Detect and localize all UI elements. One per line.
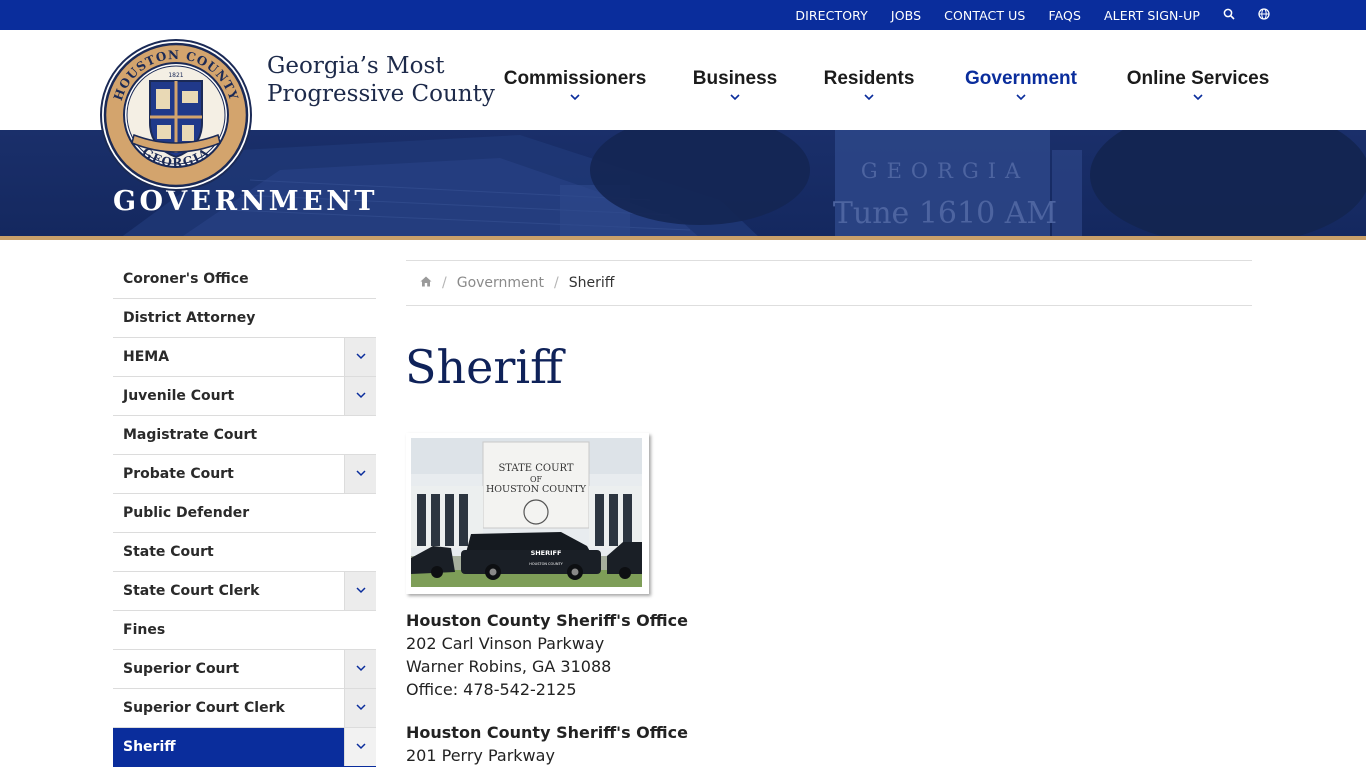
sidebar-item-label: Superior Court Clerk [123,700,285,716]
sidebar-item-label: Juvenile Court [123,388,235,404]
hero-sign-line-2: Tune 1610 AM [833,196,1057,231]
sidebar-item-label: Coroner's Office [123,271,249,287]
chevron-down-icon[interactable] [344,377,376,415]
search-icon[interactable] [1223,8,1235,23]
breadcrumb-current: Sheriff [568,275,615,291]
chevron-down-icon [938,93,1104,104]
directory-link[interactable]: DIRECTORY [795,8,868,23]
sidebar-item-public-defender[interactable]: Public Defender [113,494,376,533]
sidebar-item-label: State Court Clerk [123,583,260,599]
sidebar-item-label: Magistrate Court [123,427,258,443]
county-seal-logo[interactable]: 1821 HOUSTON COUNTY GEORGIA [100,39,252,191]
chevron-down-icon[interactable] [344,728,376,766]
address-name: Houston County Sheriff's Office [406,611,688,630]
sidebar-item-juvenile-court[interactable]: Juvenile Court [113,377,376,416]
seal-year: 1821 [168,72,183,79]
vehicle-label: SHERIFF [531,549,562,557]
sidebar-item-superior-court-clerk[interactable]: Superior Court Clerk [113,689,376,728]
translate-icon[interactable] [1258,7,1270,23]
office-phone: Office: 478-542-2125 [406,680,577,699]
chevron-down-icon[interactable] [344,338,376,376]
address-line: 202 Carl Vinson Parkway [406,634,605,653]
nav-label: Residents [823,68,915,89]
address-name: Houston County Sheriff's Office [406,723,688,742]
courthouse-photo: STATE COURT OF HOUSTON COUNTY SHERIFF HO… [406,433,649,594]
tagline-line-2: Progressive County [267,81,495,107]
hero-sign-line-1: GEORGIA [861,159,1029,183]
nav-label: Government [965,68,1077,89]
nav-commissioners[interactable]: Commissioners [480,30,670,130]
sidebar-item-probate-court[interactable]: Probate Court [113,455,376,494]
vehicle-sublabel: HOUSTON COUNTY [529,562,563,566]
sidebar-item-state-court[interactable]: State Court [113,533,376,572]
sidebar-item-label: State Court [123,544,214,560]
nav-residents[interactable]: Residents [800,30,938,130]
chevron-down-icon [800,93,938,104]
main-navigation: Commissioners Business Residents Governm… [480,30,1292,130]
breadcrumb-separator: / [442,275,447,291]
address-block-1: Houston County Sheriff's Office 202 Carl… [406,609,806,701]
sidebar-item-magistrate-court[interactable]: Magistrate Court [113,416,376,455]
page-title: Sheriff [405,340,563,394]
chevron-down-icon[interactable] [344,650,376,688]
utility-links: DIRECTORY JOBS CONTACT US FAQS ALERT SIG… [772,0,1270,30]
chevron-down-icon[interactable] [344,455,376,493]
chevron-down-icon [480,93,670,104]
sidebar-item-label: Sheriff [123,739,176,755]
sidebar-item-label: District Attorney [123,310,256,326]
alert-sign-up-link[interactable]: ALERT SIGN-UP [1104,8,1200,23]
sidebar-item-superior-court[interactable]: Superior Court [113,650,376,689]
site-header: 1821 HOUSTON COUNTY GEORGIA Georgia’s Mo… [0,30,1366,191]
chevron-down-icon[interactable] [344,572,376,610]
nav-business[interactable]: Business [670,30,800,130]
chevron-down-icon[interactable] [344,689,376,727]
breadcrumb-separator: / [554,275,559,291]
jobs-link[interactable]: JOBS [891,8,921,23]
sidebar-item-coroners-office[interactable]: Coroner's Office [113,260,376,299]
utility-bar: DIRECTORY JOBS CONTACT US FAQS ALERT SIG… [0,0,1366,30]
chevron-down-icon [670,93,800,104]
nav-government[interactable]: Government [938,30,1104,130]
sidebar-item-label: Fines [123,622,166,638]
sidebar-item-hema[interactable]: HEMA [113,338,376,377]
sidebar-item-label: Public Defender [123,505,250,521]
nav-label: Business [692,68,778,89]
address-line: 201 Perry Parkway [406,746,555,765]
sidebar-item-state-court-clerk[interactable]: State Court Clerk [113,572,376,611]
sidebar-item-sheriff[interactable]: Sheriff [113,728,376,767]
photo-sign-line-1: STATE COURT [498,463,573,474]
contact-us-link[interactable]: CONTACT US [944,8,1025,23]
nav-online-services[interactable]: Online Services [1104,30,1292,130]
home-icon[interactable] [420,276,432,290]
sidebar-item-label: Probate Court [123,466,234,482]
address-city: Warner Robins, GA 31088 [406,657,612,676]
breadcrumb: / Government / Sheriff [406,260,1252,306]
breadcrumb-link-government[interactable]: Government [457,275,544,291]
tagline-line-1: Georgia’s Most [267,53,445,79]
sidebar-item-label: Superior Court [123,661,240,677]
faqs-link[interactable]: FAQS [1048,8,1081,23]
sidebar-item-fines[interactable]: Fines [113,611,376,650]
photo-sign-line-2: OF [530,475,543,484]
sidebar-navigation: Coroner's Office District Attorney HEMA … [113,260,376,767]
chevron-down-icon [1104,93,1292,104]
sidebar-item-district-attorney[interactable]: District Attorney [113,299,376,338]
photo-image: STATE COURT OF HOUSTON COUNTY SHERIFF HO… [411,438,642,587]
address-block-2: Houston County Sheriff's Office 201 Perr… [406,721,806,767]
nav-label: Commissioners [503,68,647,89]
sidebar-item-label: HEMA [123,349,170,365]
nav-label: Online Services [1126,68,1270,89]
site-tagline[interactable]: Georgia’s Most Progressive County [267,52,495,108]
hero-divider [0,236,1366,240]
photo-sign-line-3: HOUSTON COUNTY [486,484,587,495]
